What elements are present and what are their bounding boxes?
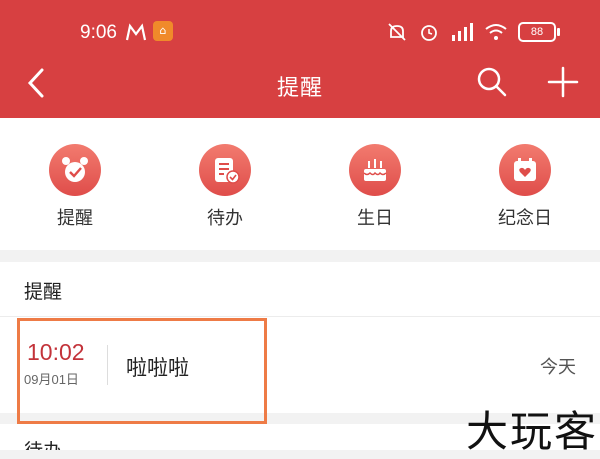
signal-icon: [452, 23, 473, 41]
mute-bell-icon: [388, 23, 406, 41]
category-birthday[interactable]: 生日: [315, 144, 435, 230]
reminder-day: 今天: [540, 357, 576, 378]
heart-calendar-icon: [499, 144, 551, 196]
category-panel: 提醒 待办 生日 纪念日: [0, 118, 600, 250]
search-icon[interactable]: [474, 64, 510, 100]
app-header: 9:06 ⌂ 88 提醒: [0, 0, 600, 118]
section-header-reminder: 提醒: [0, 262, 600, 317]
category-reminder[interactable]: 提醒: [15, 144, 135, 230]
birthday-cake-icon: [349, 144, 401, 196]
status-icons: 88: [386, 18, 560, 46]
highlight-annotation-box: [17, 318, 267, 424]
alarm-clock-icon: [49, 144, 101, 196]
battery-indicator: 88: [518, 22, 560, 42]
category-label: 待办: [207, 208, 243, 229]
section-title: 待办: [24, 436, 62, 450]
plus-icon[interactable]: [545, 64, 581, 100]
section-title: 提醒: [24, 281, 63, 303]
page-title: 提醒: [276, 76, 323, 101]
category-label: 纪念日: [498, 208, 552, 229]
wifi-icon: [485, 24, 507, 40]
app-notification-icon: [125, 23, 147, 41]
category-todo[interactable]: 待办: [165, 144, 285, 230]
category-anniversary[interactable]: 纪念日: [465, 144, 585, 230]
todo-list-icon: [199, 144, 251, 196]
status-time: 9:06: [80, 22, 117, 43]
alarm-icon: [421, 25, 437, 41]
app-notification-icon: ⌂: [153, 21, 173, 41]
category-label: 生日: [357, 208, 393, 229]
category-label: 提醒: [57, 208, 93, 229]
